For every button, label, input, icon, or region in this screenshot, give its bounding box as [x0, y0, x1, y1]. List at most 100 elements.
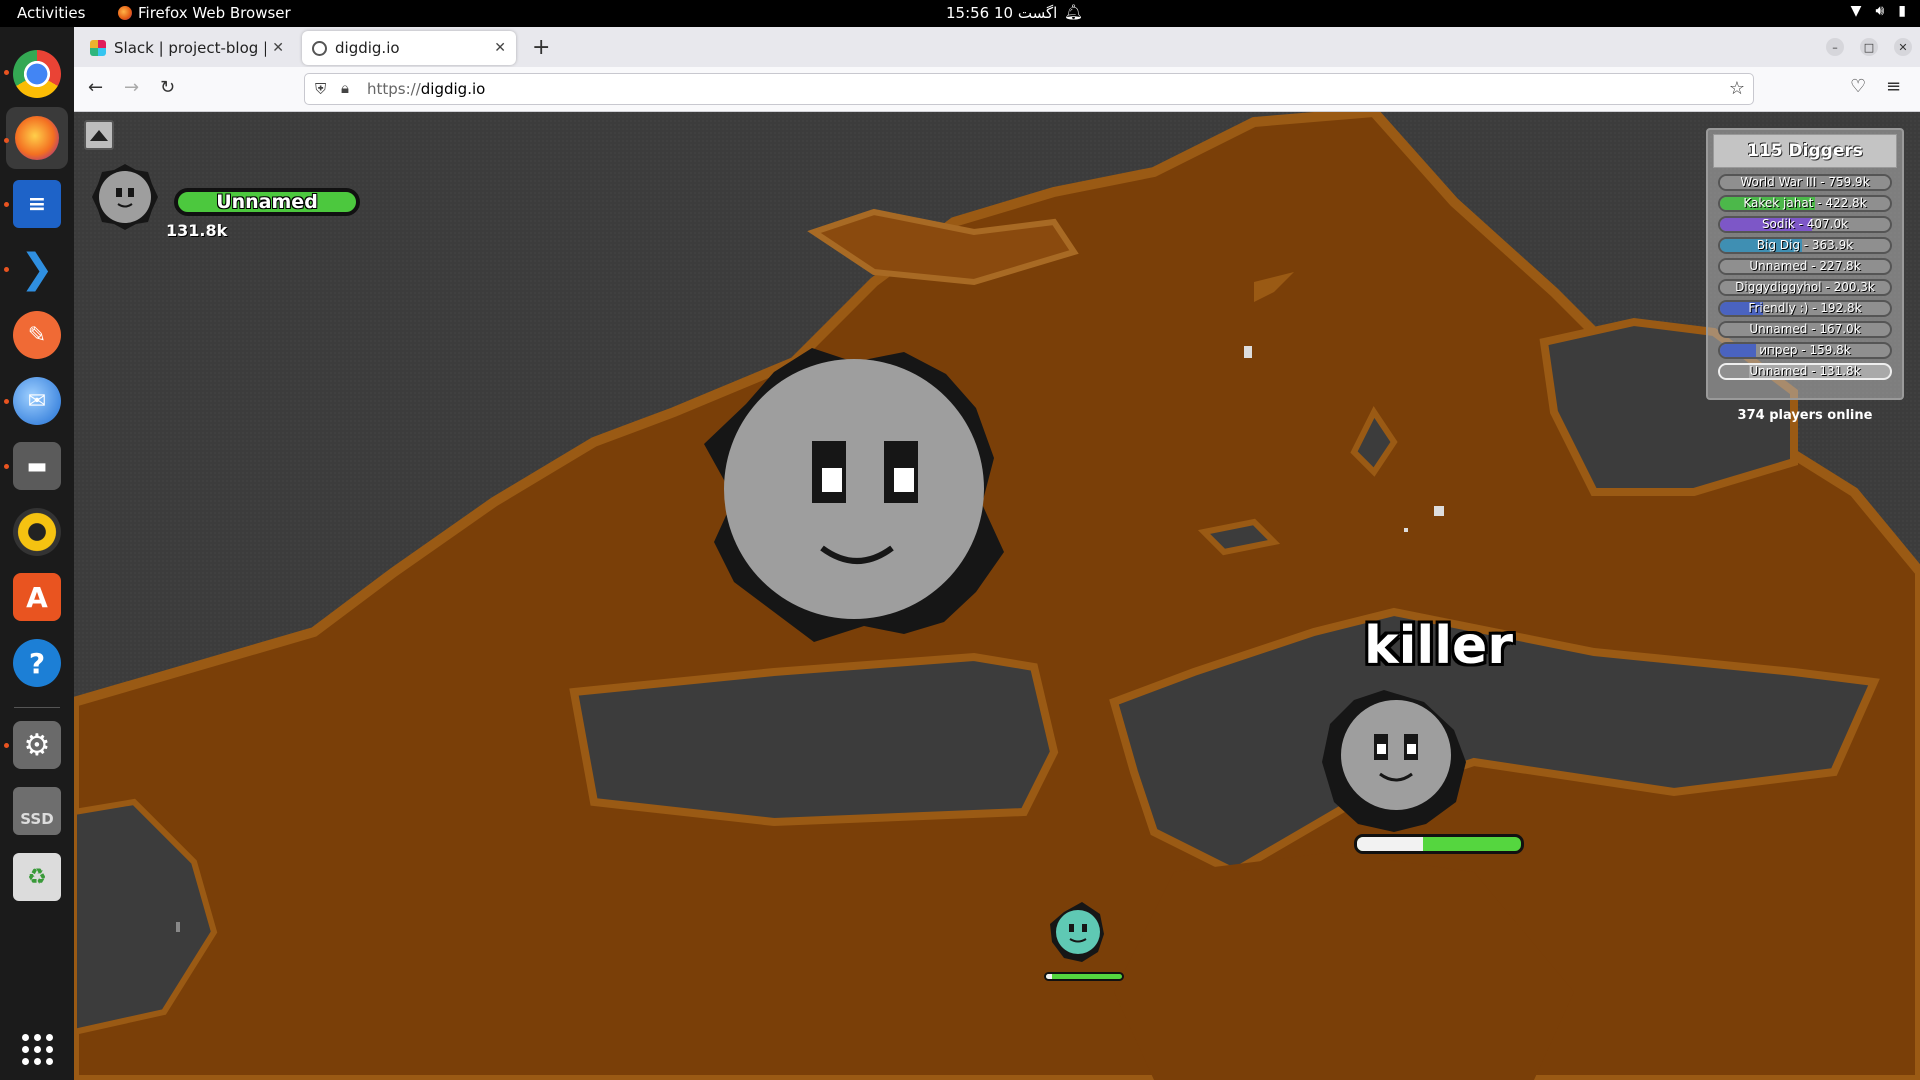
- debris-particle: [176, 922, 180, 932]
- pen-app-icon[interactable]: ✎: [13, 311, 61, 359]
- debris-particle: [1434, 506, 1444, 516]
- menu-toggle-button[interactable]: [84, 120, 114, 150]
- leaderboard-entry: Unnamed - 227.8k: [1718, 258, 1892, 275]
- system-top-bar: Activities Firefox Web Browser 15:56 10 …: [0, 0, 1920, 27]
- enemy-name-label: killer: [1364, 616, 1513, 676]
- firefox-dock-item[interactable]: [6, 107, 68, 169]
- forward-button[interactable]: →: [124, 77, 139, 98]
- vscode-icon[interactable]: ❯: [13, 245, 61, 293]
- tab-digdig[interactable]: digdig.io ✕: [302, 31, 516, 65]
- leaderboard-title: 115 Diggers: [1713, 134, 1897, 168]
- ssd-drive-icon[interactable]: SSD: [13, 787, 61, 835]
- leaderboard-entry-label: ипрер - 159.8k: [1759, 343, 1851, 357]
- running-indicator: [4, 743, 9, 748]
- enemy-health-bar: [1354, 834, 1524, 854]
- minimize-button[interactable]: –: [1826, 38, 1844, 56]
- tab-title: digdig.io: [335, 39, 400, 57]
- lock-icon[interactable]: 🔒︎: [341, 79, 349, 97]
- player-score: 131.8k: [166, 221, 228, 240]
- pocket-icon[interactable]: ♡: [1850, 76, 1866, 97]
- game-canvas[interactable]: Unnamed 131.8k 115 Diggers World War III…: [74, 112, 1920, 1080]
- leaderboard-entry: Sodik - 407.0k: [1718, 216, 1892, 233]
- settings-gear-icon[interactable]: ⚙: [13, 721, 61, 769]
- rhythmbox-icon[interactable]: [13, 508, 61, 556]
- leaderboard-entry-label: Unnamed - 167.0k: [1749, 322, 1861, 336]
- trash-icon[interactable]: ♻: [13, 853, 61, 901]
- slack-icon: [90, 40, 106, 56]
- clock[interactable]: 15:56 10 اگست: [946, 4, 1057, 22]
- close-tab-icon[interactable]: ✕: [494, 40, 506, 56]
- notification-bell-icon: 🔔︎: [1064, 3, 1084, 21]
- system-tray[interactable]: ▼ 🔊︎ ▮: [1851, 3, 1906, 19]
- browser-nav-bar: ← → ↻ ⛨ 🔒︎ https://digdig.io ☆ ♡ ≡: [74, 67, 1920, 112]
- app-center-icon[interactable]: A: [13, 573, 61, 621]
- digger-body: [1341, 700, 1451, 810]
- leaderboard-entry: Friendly :) - 192.8k: [1718, 300, 1892, 317]
- players-online-count: 374 players online: [1737, 408, 1873, 423]
- running-indicator: [4, 464, 9, 469]
- leaderboard-entry: Unnamed - 167.0k: [1718, 321, 1892, 338]
- firefox-icon: [118, 6, 132, 20]
- battery-icon: ▮: [1898, 3, 1906, 19]
- bookmark-star-icon[interactable]: ☆: [1729, 78, 1745, 99]
- leaderboard-entry: Diggydiggyhol - 200.3k: [1718, 279, 1892, 296]
- leaderboard-entry: ипрер - 159.8k: [1718, 342, 1892, 359]
- reload-button[interactable]: ↻: [160, 77, 175, 98]
- leaderboard-entry-label: Big Dig - 363.9k: [1756, 238, 1854, 252]
- restore-button[interactable]: □: [1860, 38, 1878, 56]
- activities-button[interactable]: Activities: [17, 4, 85, 22]
- health-bar-fill: [1357, 837, 1423, 851]
- hamburger-menu-icon[interactable]: ≡: [1886, 76, 1901, 97]
- health-bar-fill: [1046, 974, 1053, 979]
- tracking-protection-shield-icon[interactable]: ⛨: [315, 80, 326, 98]
- rock-island: [569, 652, 1059, 827]
- chrome-icon[interactable]: [13, 50, 61, 98]
- triangle-up-icon: [90, 129, 108, 141]
- player-avatar: [92, 164, 158, 230]
- running-indicator: [4, 138, 9, 143]
- help-icon[interactable]: ?: [13, 639, 61, 687]
- leaderboard-entry: Unnamed - 131.8k: [1718, 363, 1892, 380]
- running-indicator: [4, 202, 9, 207]
- files-icon[interactable]: ▬: [13, 442, 61, 490]
- url-text[interactable]: https://digdig.io: [367, 80, 485, 98]
- leaderboard-entry-label: Unnamed - 227.8k: [1749, 259, 1861, 273]
- debris-particle: [1244, 346, 1252, 358]
- dock: ≡ ❯ ✎ ✉ ▬ A ? ⚙ SSD ♻: [0, 27, 74, 1080]
- address-bar[interactable]: ⛨ 🔒︎ https://digdig.io ☆: [304, 73, 1754, 105]
- digger-eye-highlight: [1407, 744, 1416, 754]
- new-tab-button[interactable]: +: [532, 35, 550, 60]
- leaderboard-entry: World War III - 759.9k: [1718, 174, 1892, 191]
- app-menu[interactable]: Firefox Web Browser: [118, 4, 291, 22]
- url-prefix: https://: [367, 80, 421, 98]
- thunderbird-icon[interactable]: ✉: [13, 377, 61, 425]
- back-button[interactable]: ←: [88, 77, 103, 98]
- digger-body: [1056, 910, 1100, 954]
- tab-title: Slack | project-blog | Kwa: [114, 39, 267, 57]
- leaderboard-entry-label: Friendly :) - 192.8k: [1748, 301, 1862, 315]
- digger-eye: [1069, 924, 1074, 932]
- ssd-label: SSD: [20, 810, 54, 828]
- wifi-icon: ▼: [1850, 3, 1862, 19]
- app-menu-label: Firefox Web Browser: [138, 4, 291, 22]
- leaderboard-entry: Kakek jahat - 422.8k: [1718, 195, 1892, 212]
- show-apps-grid-icon[interactable]: [13, 1025, 61, 1073]
- digger-eye-highlight: [894, 468, 914, 492]
- debris-particle: [1404, 528, 1408, 532]
- tab-slack[interactable]: Slack | project-blog | Kwa ✕: [80, 31, 294, 65]
- browser-tab-bar: Slack | project-blog | Kwa ✕ digdig.io ✕…: [74, 27, 1920, 67]
- close-window-button[interactable]: ✕: [1894, 38, 1912, 56]
- dock-separator: [14, 707, 60, 708]
- digger-body: [724, 359, 984, 619]
- leaderboard-entry-label: World War III - 759.9k: [1740, 175, 1870, 189]
- libreoffice-writer-icon[interactable]: ≡: [13, 180, 61, 228]
- leaderboard-entry: Big Dig - 363.9k: [1718, 237, 1892, 254]
- terrain-map: [74, 112, 1920, 1080]
- digger-eye: [1082, 924, 1087, 932]
- leaderboard-entry-label: Unnamed - 131.8k: [1749, 364, 1861, 378]
- leaderboard-entry-label: Diggydiggyhol - 200.3k: [1735, 280, 1875, 294]
- close-tab-icon[interactable]: ✕: [272, 40, 284, 56]
- volume-icon: 🔊︎: [1875, 3, 1885, 19]
- leaderboard: 115 Diggers World War III - 759.9k Kakek …: [1706, 128, 1904, 400]
- player-name: Unnamed: [174, 188, 360, 216]
